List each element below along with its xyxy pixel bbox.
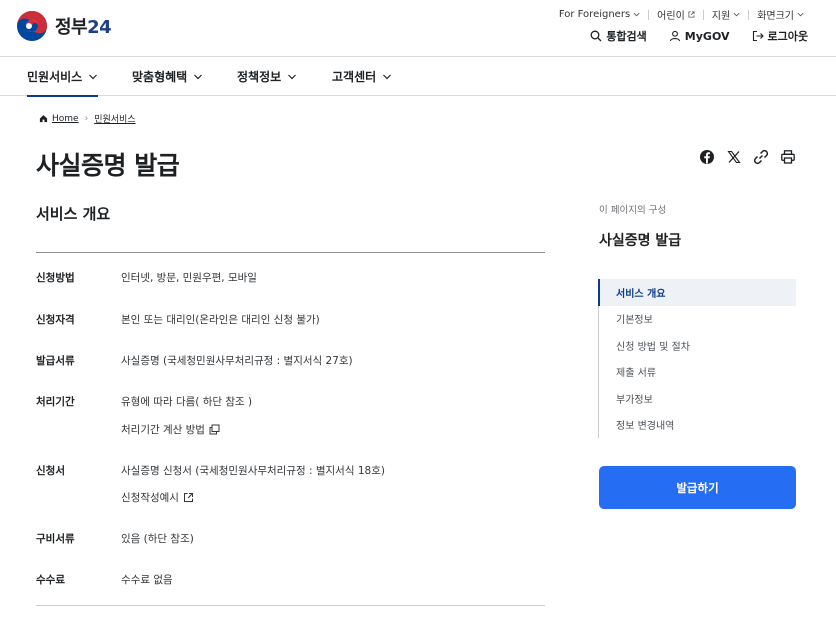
logout-button[interactable]: 로그아웃 (752, 28, 808, 44)
row-label-eligibility: 신청자격 (36, 314, 75, 326)
toc-item-procedure[interactable]: 신청 방법 및 절차 (599, 332, 796, 359)
search-icon (590, 30, 602, 42)
utility-foreigners[interactable]: For Foreigners (551, 9, 648, 20)
row-label-application-form: 신청서 (36, 465, 65, 477)
toc-item-documents[interactable]: 제출 서류 (599, 359, 796, 386)
link-icon[interactable] (753, 149, 769, 165)
toc-list: 서비스 개요 기본정보 신청 방법 및 절차 제출 서류 부가정보 정보 변경내… (598, 279, 796, 438)
main-navigation: 민원서비스 맞춤형혜택 정책정보 고객센터 (0, 57, 836, 97)
row-label-processing-time: 처리기간 (36, 396, 75, 408)
external-link-icon (688, 11, 695, 18)
search-button[interactable]: 통합검색 (590, 28, 647, 44)
chevron-down-icon (194, 74, 203, 79)
facebook-icon[interactable] (699, 149, 715, 165)
print-icon[interactable] (780, 149, 796, 165)
row-value-fee: 수수료 없음 (121, 574, 173, 586)
gnb-customer-center[interactable]: 고객센터 (332, 57, 392, 96)
row-value-processing-time: 유형에 따라 다름( 하단 참조 ) (121, 396, 253, 408)
mygov-button[interactable]: MyGOV (669, 30, 730, 43)
row-value-method: 인터넷, 방문, 민원우편, 모바일 (121, 272, 257, 284)
breadcrumb: Home › 민원서비스 (39, 112, 136, 125)
chevron-down-icon (733, 12, 740, 17)
row-label-fee: 수수료 (36, 574, 65, 586)
row-label-documents: 발급서류 (36, 355, 75, 367)
mygov-button-label: MyGOV (684, 29, 730, 43)
home-icon (39, 115, 48, 123)
site-header: 정부24 For Foreigners 어린이 지원 화면크기 통합검색 MyG… (0, 0, 836, 57)
logout-button-label: 로그아웃 (767, 30, 808, 43)
utility-foreigners-label: For Foreigners (558, 9, 631, 20)
chevron-down-icon (383, 74, 392, 79)
gnb-policy[interactable]: 정책정보 (237, 57, 297, 96)
processing-time-calculator-label: 처리기간 계산 방법 (121, 424, 205, 436)
chevron-down-icon (89, 74, 98, 79)
breadcrumb-current-link[interactable]: 민원서비스 (94, 112, 135, 125)
utility-menu: For Foreigners 어린이 지원 화면크기 (551, 7, 812, 22)
row-label-required-docs: 구비서류 (36, 533, 75, 545)
gnb-benefits-label: 맞춤형혜택 (132, 70, 188, 84)
section-title: 서비스 개요 (36, 205, 111, 223)
toc-title: 사실증명 발급 (599, 233, 682, 249)
external-link-icon (183, 493, 193, 502)
page-title: 사실증명 발급 (36, 151, 180, 180)
x-icon[interactable] (726, 149, 742, 165)
utility-kids[interactable]: 어린이 (649, 7, 703, 22)
toc-item-overview[interactable]: 서비스 개요 (598, 279, 796, 306)
divider (36, 605, 545, 606)
row-value-application-form: 사실증명 신청서 (국세청민원사무처리규정 : 별지서식 18호) (121, 465, 385, 477)
utility-zoom-label: 화면크기 (757, 11, 794, 22)
row-value-documents: 사실증명 (국세청민원사무처리규정 : 별지서식 27호) (121, 355, 353, 367)
user-icon (669, 30, 680, 42)
toc-item-basic-info[interactable]: 기본정보 (599, 306, 796, 333)
utility-zoom[interactable]: 화면크기 (749, 7, 812, 22)
gnb-benefits[interactable]: 맞춤형혜택 (132, 57, 203, 96)
logo-wordmark: 정부24 (55, 17, 112, 38)
divider (36, 252, 545, 253)
application-example-link[interactable]: 신청작성예시 (121, 490, 194, 505)
utility-kids-label: 어린이 (657, 11, 685, 22)
gnb-customer-center-label: 고객센터 (332, 70, 377, 84)
row-value-eligibility: 본인 또는 대리인(온라인은 대리인 신청 불가) (121, 314, 320, 326)
toc-item-change-history[interactable]: 정보 변경내역 (599, 412, 796, 439)
taegeuk-logo-icon (17, 11, 47, 41)
row-label-method: 신청방법 (36, 272, 75, 284)
logout-icon (752, 30, 764, 42)
utility-support[interactable]: 지원 (704, 7, 748, 22)
breadcrumb-separator-icon: › (84, 113, 89, 124)
site-logo[interactable]: 정부24 (16, 10, 112, 42)
issue-button[interactable]: 발급하기 (599, 466, 796, 509)
search-button-label: 통합검색 (606, 30, 647, 43)
gnb-civil-service[interactable]: 민원서비스 (27, 57, 99, 97)
share-toolbar (688, 149, 796, 165)
gnb-civil-service-label: 민원서비스 (27, 70, 83, 84)
chevron-down-icon (288, 74, 297, 79)
chevron-down-icon (633, 12, 640, 17)
row-value-required-docs: 있음 (하단 참조) (121, 533, 194, 545)
toc-item-additional-info[interactable]: 부가정보 (599, 385, 796, 412)
header-actions: 통합검색 MyGOV 로그아웃 (568, 28, 808, 44)
breadcrumb-home-link[interactable]: Home (52, 114, 79, 124)
gnb-policy-label: 정책정보 (237, 70, 282, 84)
toc-caption: 이 페이지의 구성 (599, 205, 667, 216)
application-example-label: 신청작성예시 (121, 492, 179, 504)
processing-time-calculator-link[interactable]: 처리기간 계산 방법 (121, 422, 220, 437)
utility-support-label: 지원 (711, 11, 731, 22)
chevron-down-icon (797, 12, 804, 17)
copy-window-icon (209, 424, 220, 435)
